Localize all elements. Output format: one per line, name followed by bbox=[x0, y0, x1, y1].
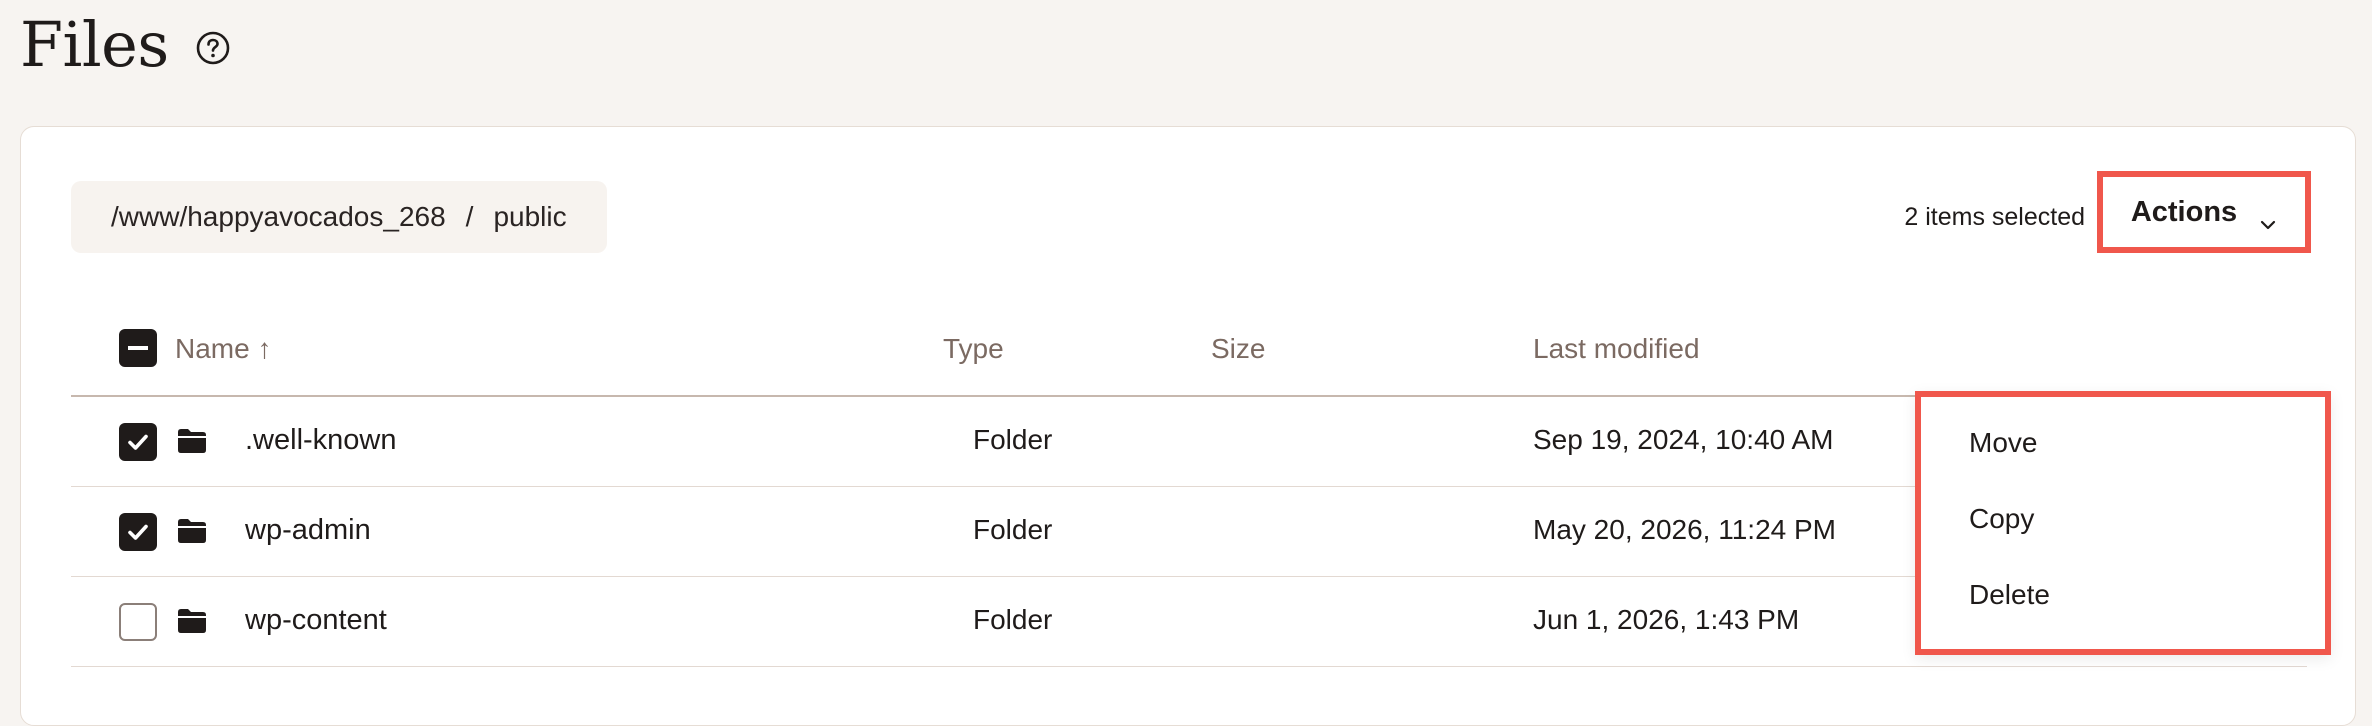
column-header-name[interactable]: Name ↑ bbox=[175, 333, 271, 365]
checkmark-icon bbox=[128, 524, 148, 540]
table-header: Name ↑ Type Size Last modified bbox=[71, 299, 2307, 397]
file-name[interactable]: wp-content bbox=[245, 604, 387, 637]
file-type: Folder bbox=[973, 604, 1053, 635]
menu-item-delete[interactable]: Delete bbox=[1969, 579, 2050, 611]
column-header-type[interactable]: Type bbox=[943, 333, 1004, 365]
actions-dropdown-menu: Move Copy Delete bbox=[1915, 391, 2331, 655]
chevron-down-icon bbox=[2259, 206, 2277, 230]
breadcrumb-root[interactable]: /www/happyavocados_268 bbox=[111, 201, 446, 233]
minus-icon bbox=[128, 346, 148, 350]
page-title: Files bbox=[20, 8, 169, 81]
folder-icon bbox=[177, 428, 207, 454]
column-header-size[interactable]: Size bbox=[1211, 333, 1265, 365]
file-modified: May 20, 2026, 11:24 PM bbox=[1533, 514, 1836, 545]
row-checkbox[interactable] bbox=[119, 423, 157, 461]
select-all-checkbox[interactable] bbox=[119, 329, 157, 367]
folder-icon bbox=[177, 518, 207, 544]
folder-icon bbox=[177, 608, 207, 634]
column-header-modified[interactable]: Last modified bbox=[1533, 333, 1700, 365]
file-modified: Sep 19, 2024, 10:40 AM bbox=[1533, 424, 1834, 455]
selected-count: 2 items selected bbox=[1904, 203, 2085, 231]
breadcrumb: /www/happyavocados_268 / public bbox=[71, 181, 607, 253]
actions-button[interactable]: Actions bbox=[2097, 171, 2311, 253]
file-modified: Jun 1, 2026, 1:43 PM bbox=[1533, 604, 1800, 635]
checkmark-icon bbox=[128, 434, 148, 450]
file-browser-card: /www/happyavocados_268 / public 2 items … bbox=[20, 126, 2356, 726]
breadcrumb-separator: / bbox=[465, 201, 474, 232]
menu-item-copy[interactable]: Copy bbox=[1969, 503, 2034, 535]
breadcrumb-current: public bbox=[493, 201, 567, 232]
file-name[interactable]: wp-admin bbox=[245, 514, 371, 547]
actions-label: Actions bbox=[2130, 195, 2238, 228]
menu-item-move[interactable]: Move bbox=[1969, 427, 2037, 459]
file-name[interactable]: .well-known bbox=[245, 424, 397, 457]
file-type: Folder bbox=[973, 514, 1053, 545]
page-header: Files bbox=[20, 8, 231, 81]
file-type: Folder bbox=[973, 424, 1053, 455]
row-checkbox[interactable] bbox=[119, 603, 157, 641]
row-checkbox[interactable] bbox=[119, 513, 157, 551]
help-circle-icon[interactable] bbox=[195, 30, 231, 66]
